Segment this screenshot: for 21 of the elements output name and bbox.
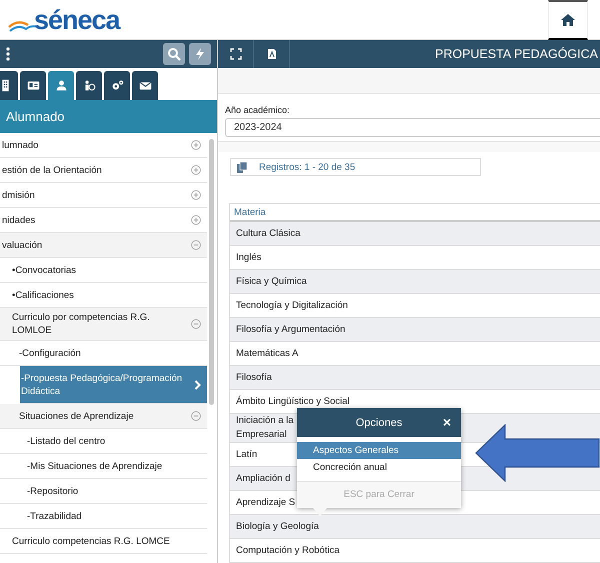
table-cell: Filosofía y Argumentación	[236, 322, 346, 336]
table-cell: Latín	[236, 448, 258, 462]
page-title: PROPUESTA PEDAGÓGICA	[434, 47, 599, 61]
table-cell: Ampliación d	[236, 472, 290, 486]
section-title: Alumnado	[0, 100, 217, 133]
table-cell: Inglés	[236, 250, 262, 264]
table-cell: Iniciación a la	[236, 414, 294, 428]
table-cell: Tecnología y Digitalización	[236, 298, 348, 312]
popup-title: Opciones	[356, 416, 402, 428]
field-label: Año académico:	[225, 104, 291, 115]
table-cell: Ámbito Lingüístico y Social	[236, 394, 350, 408]
records-count: Registros: 1 - 20 de 35	[259, 162, 356, 173]
table-cell: Empresarial	[236, 428, 287, 442]
table-cell: Cultura Clásica	[236, 226, 300, 240]
table-cell: Biología y Geología	[236, 520, 319, 534]
table-cell: Filosofía	[236, 370, 272, 384]
table-cell: Física y Química	[236, 274, 307, 288]
logo-text: séneca	[34, 4, 120, 34]
table-cell: Aprendizaje S	[236, 496, 296, 510]
table-cell: Computación y Robótica	[236, 544, 340, 558]
table-cell: Matemáticas A	[236, 346, 298, 360]
